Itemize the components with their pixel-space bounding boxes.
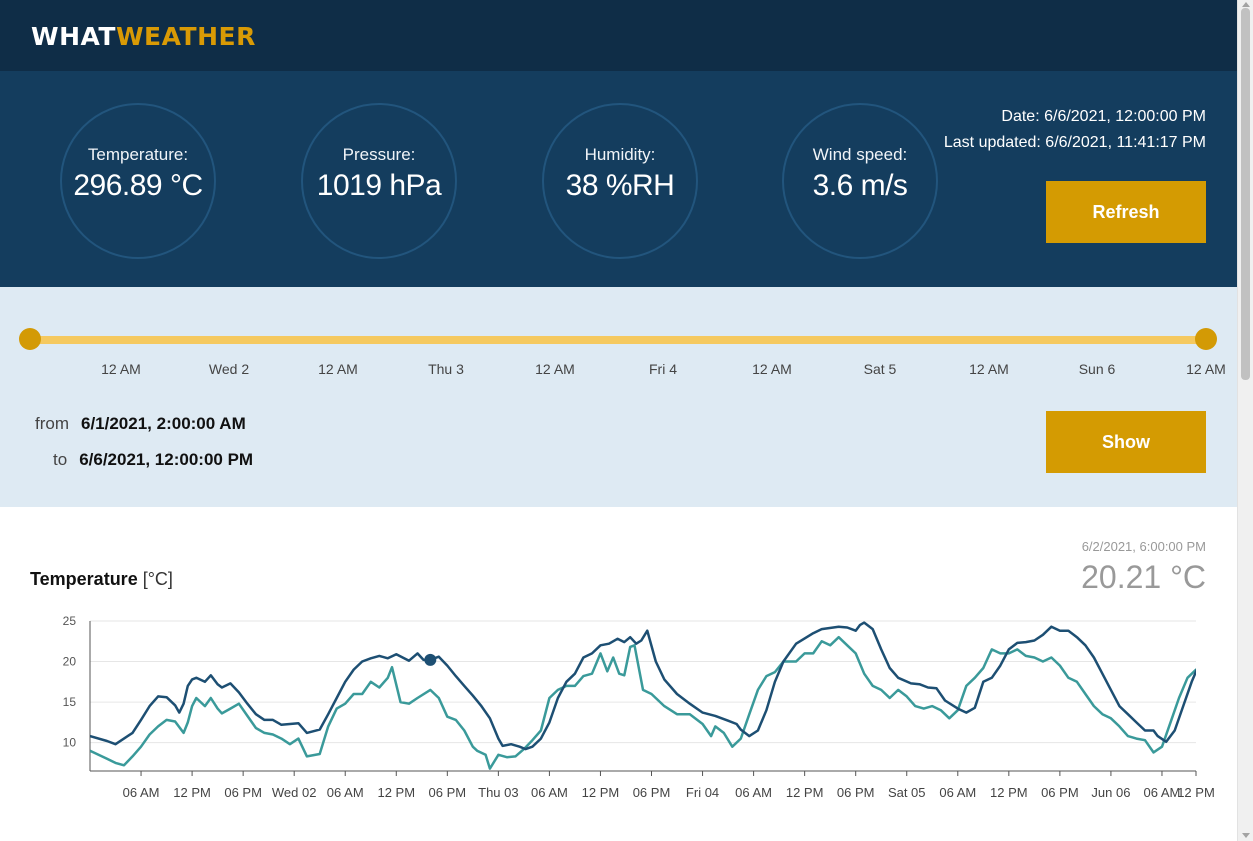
x-tick-label: Jun 06 (1091, 785, 1130, 800)
chart-unit: [°C] (142, 569, 173, 589)
range-to: to 6/6/2021, 12:00:00 PM (53, 450, 253, 470)
x-tick-label: 06 PM (1041, 785, 1079, 800)
x-tick-label: 06 PM (429, 785, 467, 800)
x-tick-label: Fri 04 (686, 785, 719, 800)
slider-tick-label: Fri 4 (649, 361, 677, 377)
current-date: Date: 6/6/2021, 12:00:00 PM (1001, 108, 1206, 125)
wind-speed-label: Wind speed: (812, 145, 908, 164)
vertical-scrollbar[interactable] (1237, 0, 1253, 841)
show-button[interactable]: Show (1046, 411, 1206, 473)
range-slider-start-handle[interactable] (19, 328, 41, 350)
app-header: WHATWEATHER (0, 0, 1237, 71)
temperature-stat: Temperature: 296.89 °C (60, 103, 216, 259)
date-range-panel: 12 AM Wed 2 12 AM Thu 3 12 AM Fri 4 12 A… (0, 287, 1237, 507)
x-tick-label: 12 PM (173, 785, 211, 800)
x-tick-label: 06 AM (123, 785, 160, 800)
logo-text-weather: WEATHER (115, 22, 256, 51)
y-tick-label: 10 (63, 736, 77, 750)
temperature-chart-section: Temperature [°C] 6/2/2021, 6:00:00 PM 20… (0, 507, 1237, 841)
to-label: to (53, 450, 68, 469)
to-value: 6/6/2021, 12:00:00 PM (79, 450, 254, 469)
x-tick-label: Sat 05 (888, 785, 926, 800)
x-tick-label: Thu 03 (478, 785, 518, 800)
x-tick-label: 06 AM (531, 785, 568, 800)
slider-tick-label: 12 AM (1186, 361, 1226, 377)
x-tick-label: Wed 02 (272, 785, 317, 800)
update-info: Date: 6/6/2021, 12:00:00 PM Last updated… (944, 104, 1206, 156)
temperature-value: 296.89 °C (73, 169, 203, 202)
x-tick-label: 12 PM (582, 785, 620, 800)
range-from: from 6/1/2021, 2:00:00 AM (35, 414, 246, 434)
hover-readout-date: 6/2/2021, 6:00:00 PM (1081, 539, 1206, 554)
slider-tick-label: Wed 2 (208, 361, 250, 377)
x-tick-label: 06 AM (939, 785, 976, 800)
scrollbar-thumb[interactable] (1241, 8, 1250, 380)
scroll-down-icon[interactable] (1242, 833, 1250, 838)
slider-tick-label: 12 AM (969, 361, 1009, 377)
slider-tick-label: 12 AM (318, 361, 358, 377)
scroll-up-icon[interactable] (1242, 2, 1250, 7)
x-tick-label: 12 PM (786, 785, 824, 800)
slider-tick-label: 12 AM (535, 361, 575, 377)
slider-tick-label: Sun 6 (1078, 361, 1116, 377)
temperature-label: Temperature: (87, 145, 189, 164)
wind-speed-value: 3.6 m/s (812, 169, 908, 202)
x-tick-label: 06 PM (224, 785, 262, 800)
y-tick-label: 25 (63, 614, 77, 628)
x-tick-label: 12 PM (990, 785, 1028, 800)
slider-tick-label: Thu 3 (428, 361, 464, 377)
x-tick-label: 06 PM (633, 785, 671, 800)
hover-point-marker (424, 653, 437, 666)
app-logo[interactable]: WHATWEATHER (31, 22, 256, 51)
range-slider-end-handle[interactable] (1195, 328, 1217, 350)
x-tick-label: 06 AM (327, 785, 364, 800)
humidity-stat: Humidity: 38 %RH (542, 103, 698, 259)
logo-text-what: WHAT (31, 22, 116, 51)
range-slider-track[interactable] (30, 336, 1206, 344)
from-value: 6/1/2021, 2:00:00 AM (81, 414, 246, 433)
pressure-stat: Pressure: 1019 hPa (301, 103, 457, 259)
chart-title-text: Temperature (30, 569, 138, 589)
current-conditions-panel: Temperature: 296.89 °C Pressure: 1019 hP… (0, 71, 1237, 287)
pressure-label: Pressure: (342, 145, 416, 164)
x-tick-label: 12 PM (1177, 785, 1215, 800)
y-tick-label: 20 (63, 655, 77, 669)
y-tick-label: 15 (63, 695, 77, 709)
series-line-1 (90, 635, 1196, 770)
temperature-line-chart[interactable]: 1015202506 AM 12 PM 06 PM Wed 02 06 AM 12 PM 0… (0, 607, 1237, 841)
x-tick-label: 12 PM (377, 785, 415, 800)
x-tick-label: 06 AM (735, 785, 772, 800)
chart-title: Temperature [°C] (30, 569, 173, 590)
humidity-value: 38 %RH (565, 169, 675, 202)
pressure-value: 1019 hPa (316, 169, 442, 202)
x-tick-label: 06 AM (1144, 785, 1181, 800)
slider-tick-label: 12 AM (752, 361, 792, 377)
refresh-button[interactable]: Refresh (1046, 181, 1206, 243)
slider-tick-label: 12 AM (101, 361, 141, 377)
from-label: from (35, 414, 69, 433)
hover-readout-value: 20.21 °C (1081, 559, 1206, 595)
slider-tick-label: Sat 5 (863, 361, 897, 377)
last-updated: Last updated: 6/6/2021, 11:41:17 PM (943, 134, 1206, 151)
x-tick-label: 06 PM (837, 785, 875, 800)
wind-speed-stat: Wind speed: 3.6 m/s (782, 103, 938, 259)
humidity-label: Humidity: (584, 145, 656, 164)
